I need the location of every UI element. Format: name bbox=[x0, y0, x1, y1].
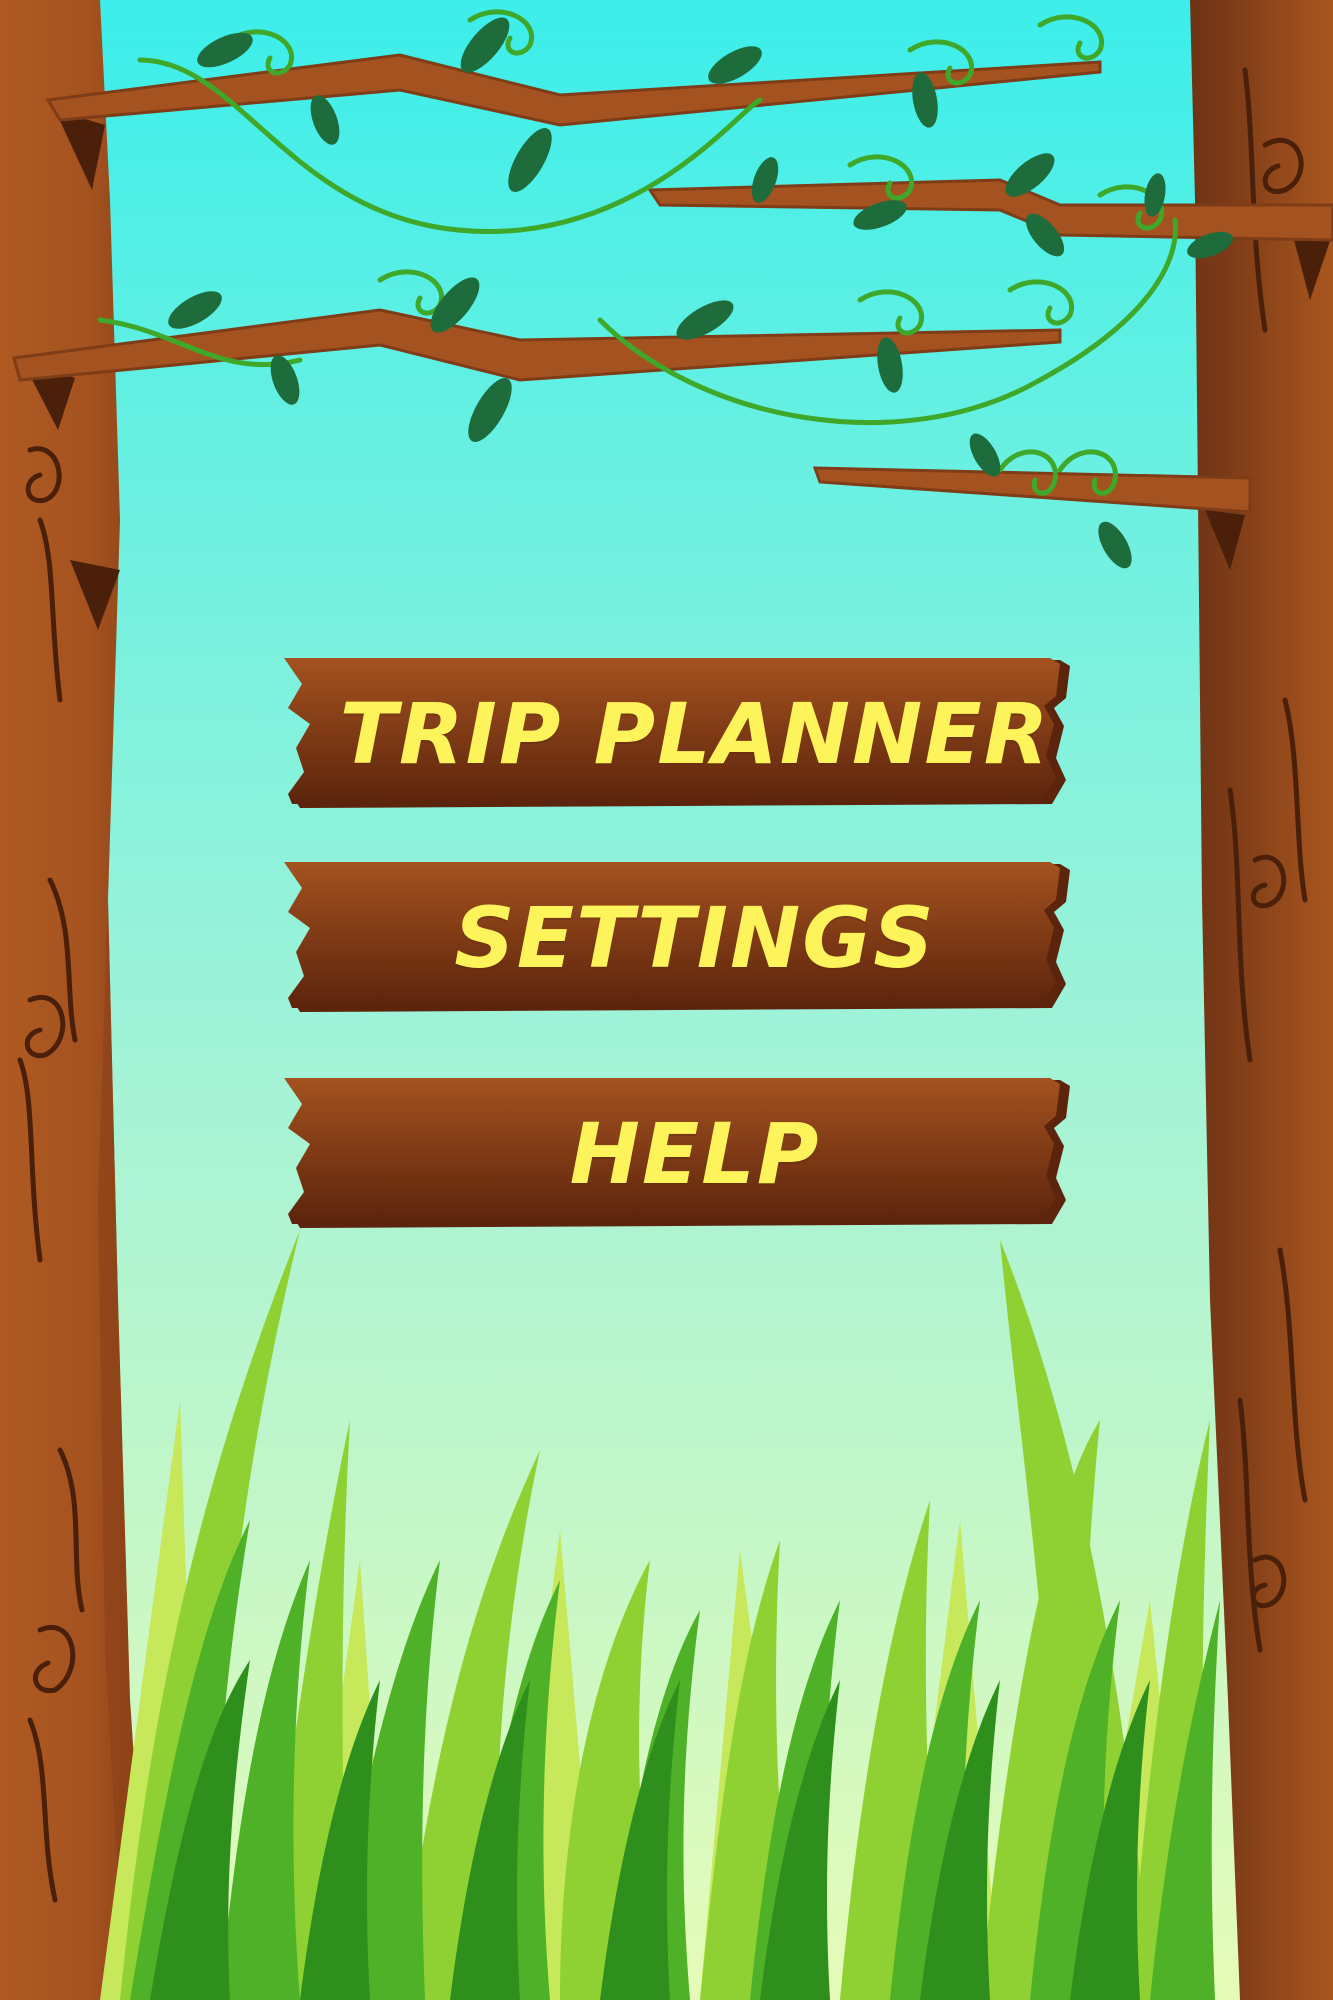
main-menu-screen: TRIP PLANNER SETTINGS HELP bbox=[0, 0, 1333, 2000]
settings-label: SETTINGS bbox=[454, 889, 936, 987]
help-button[interactable]: HELP bbox=[280, 1078, 1070, 1230]
trip-planner-button[interactable]: TRIP PLANNER bbox=[280, 658, 1070, 810]
help-label: HELP bbox=[569, 1105, 821, 1203]
settings-button[interactable]: SETTINGS bbox=[280, 862, 1070, 1014]
trip-planner-label: TRIP PLANNER bbox=[339, 685, 1051, 783]
